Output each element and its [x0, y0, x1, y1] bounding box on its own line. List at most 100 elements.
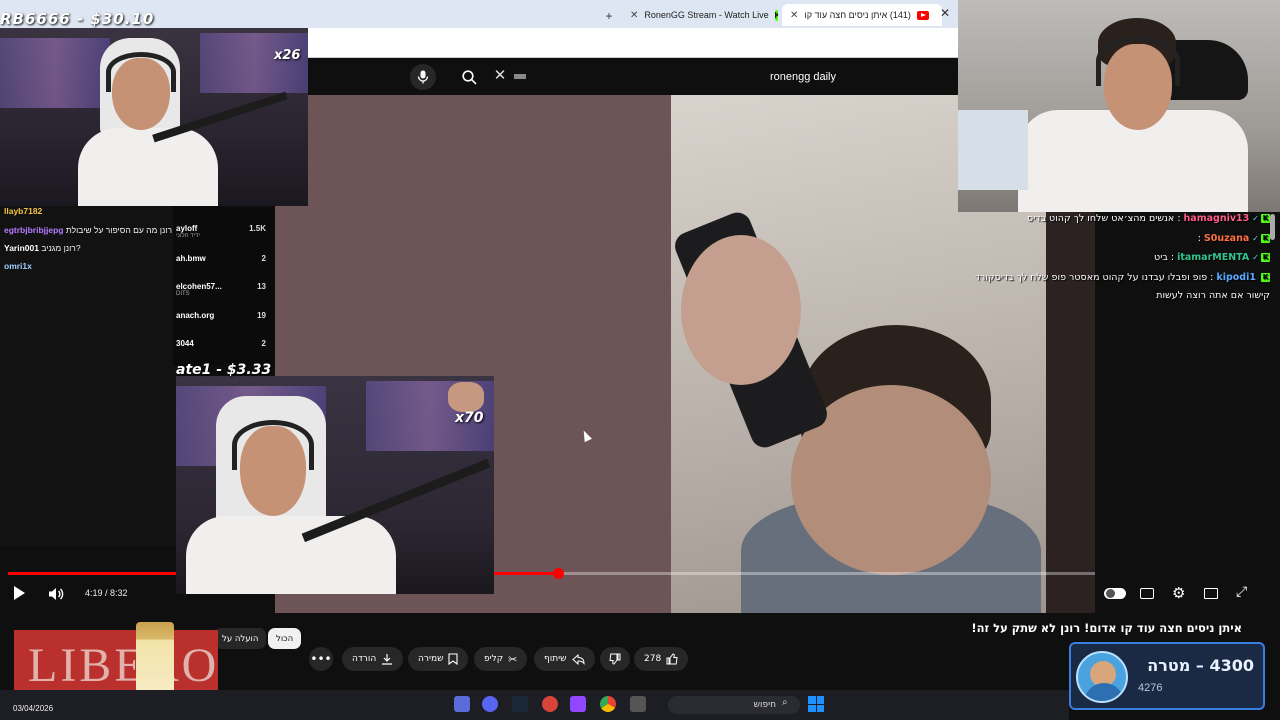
emote-face-icon [448, 382, 484, 412]
twitch-icon[interactable] [570, 696, 586, 712]
chat-username: S0uzana [1203, 233, 1250, 244]
search-icon [461, 69, 477, 85]
app-icon[interactable] [542, 696, 558, 712]
search-input[interactable] [510, 66, 840, 88]
progress-scrubber[interactable] [552, 568, 564, 579]
viewer-name: anach.org [176, 311, 215, 320]
thumbs-up-icon [666, 653, 678, 665]
chat-message: Yarin001 רונן מגניב? [4, 243, 81, 253]
search-icon: ⌕ [782, 697, 788, 708]
top-donation-banner: RB6666 - $30.10 [0, 10, 155, 28]
chat-message: K✓ itamarMENTA : ביט [1154, 252, 1270, 263]
more-actions-button[interactable]: ••• [309, 647, 333, 671]
time-display: 4:19 / 8:32 [85, 588, 128, 598]
headset [1096, 36, 1180, 86]
download-icon [382, 654, 393, 665]
fullscreen-icon[interactable]: ⤢ [1236, 584, 1247, 600]
goal-title: 4300 – מטרה [1147, 656, 1254, 675]
file-explorer-icon[interactable] [630, 696, 646, 712]
taskbar [0, 690, 1069, 720]
chat-username: kipodi1 [1216, 272, 1256, 283]
clip-button[interactable]: ✂ קליפ [474, 647, 528, 671]
dislike-button[interactable] [600, 647, 630, 671]
chat-username: omri1x [4, 261, 32, 271]
share-icon [571, 653, 585, 665]
chat-username: egtrbjbribjjepg [4, 225, 64, 235]
mid-donation-banner: ate1 - $3.33 [176, 362, 272, 378]
chat-message: K✓ hamagniv13 : אנשים מהצ׳אט שלחו לך קהו… [1027, 213, 1270, 224]
kick-badge-icon: K [1261, 234, 1270, 243]
volume-icon[interactable] [48, 586, 64, 605]
chat-text: קישור אם אתה רוצה לעשות [1156, 290, 1270, 301]
chat-message: קישור אם אתה רוצה לעשות [1156, 290, 1270, 301]
streamer-webcam-right [958, 0, 1280, 212]
chat-message: K kipodi1 : פופ ופבלו עבדנו על קהוט מאסט… [974, 272, 1270, 283]
viewer-row[interactable]: anach.org 19 [176, 311, 272, 320]
clip-label: קליפ [484, 654, 504, 664]
viewer-count: 1.5K [249, 224, 266, 233]
emote-multiplier: x26 [274, 48, 301, 63]
viewer-subtitle: ידיד חלוני [176, 233, 201, 239]
chat-message: K✓ S0uzana : [1197, 233, 1270, 244]
discord-icon[interactable] [482, 696, 498, 712]
save-button[interactable]: שמירה [408, 647, 469, 671]
left-chat-panel [0, 206, 176, 546]
play-icon[interactable] [14, 586, 25, 600]
goal-avatar [1076, 651, 1128, 703]
voice-search-button[interactable] [410, 64, 436, 90]
chat-message: omri1x [4, 261, 32, 271]
chat-message: egtrbjbribjjepg רונן מה עם הסיפור על שיב… [4, 225, 172, 235]
close-tab-icon[interactable]: ✕ [630, 10, 638, 21]
subtitles-icon[interactable] [1140, 588, 1154, 599]
youtube-logo-icon [916, 10, 929, 20]
viewer-row[interactable]: ayloff 1.5K ידיד חלוני [176, 224, 272, 239]
clear-search-icon[interactable]: ✕ [490, 66, 510, 86]
viewer-row[interactable]: elcohen57... 13 DITS [176, 282, 272, 297]
headset [106, 52, 176, 92]
chat-username: Yarin001 [4, 243, 39, 253]
goal-current: 4276 [1138, 682, 1163, 694]
settings-gear-icon[interactable]: ⚙ [1172, 584, 1185, 602]
new-tab-button[interactable]: + [600, 5, 618, 27]
chat-username: hamagniv13 [1183, 213, 1250, 224]
verified-check-icon: ✓ [1252, 214, 1259, 223]
emote-multiplier: x70 [455, 410, 484, 426]
chat-username: llayb7182 [4, 206, 43, 216]
tab-label: (141) איתן ניסים חצה עוד קו [804, 10, 911, 20]
calculator-icon[interactable] [454, 696, 470, 712]
share-button[interactable]: שיתוף [534, 647, 595, 671]
chrome-icon[interactable] [600, 696, 616, 712]
viewer-row[interactable]: 3044 2 [176, 339, 272, 348]
miniplayer-icon[interactable] [1204, 588, 1218, 599]
autoplay-toggle[interactable] [1104, 588, 1126, 599]
viewer-name: ah.bmw [176, 254, 206, 263]
chat-message: llayb7182 [4, 206, 42, 216]
chat-username: itamarMENTA [1177, 252, 1250, 263]
download-label: הורדה [352, 654, 377, 664]
close-window-icon[interactable]: ✕ [940, 6, 950, 20]
taskbar-search[interactable]: חיפוש [668, 696, 800, 714]
chip-uploaded-by[interactable]: הועלה על [214, 628, 267, 649]
download-button[interactable]: הורדה [342, 647, 404, 671]
kick-logo-icon: K [774, 9, 778, 21]
chat-text: פופ ופבלו עבדנו על קהוט מאסטר פופ שלח לך… [974, 272, 1208, 283]
chip-all[interactable]: הכול [268, 628, 302, 649]
chat-scrollbar[interactable] [1270, 214, 1275, 240]
close-tab-icon[interactable]: ✕ [790, 10, 798, 21]
viewer-name: 3044 [176, 339, 194, 348]
viewer-subtitle: DITS [176, 291, 190, 297]
headset [232, 420, 314, 470]
tab-ronengg-stream[interactable]: ✕ RonenGG Stream - Watch Live K [622, 4, 778, 26]
viewer-name: elcohen57... [176, 282, 222, 291]
windows-start-icon[interactable] [808, 696, 824, 712]
search-button[interactable] [456, 64, 482, 90]
background-shelf [200, 33, 308, 93]
steam-icon[interactable] [512, 696, 528, 712]
kick-badge-icon: K [1261, 214, 1270, 223]
tab-youtube-video[interactable]: ✕ (141) איתן ניסים חצה עוד קו [782, 4, 942, 26]
viewer-count: 2 [261, 339, 266, 348]
viewer-row[interactable]: ah.bmw 2 [176, 254, 272, 263]
streamer-webcam-mid [176, 376, 494, 594]
like-count: 278 [644, 654, 662, 664]
like-button[interactable]: 278 [634, 647, 689, 671]
